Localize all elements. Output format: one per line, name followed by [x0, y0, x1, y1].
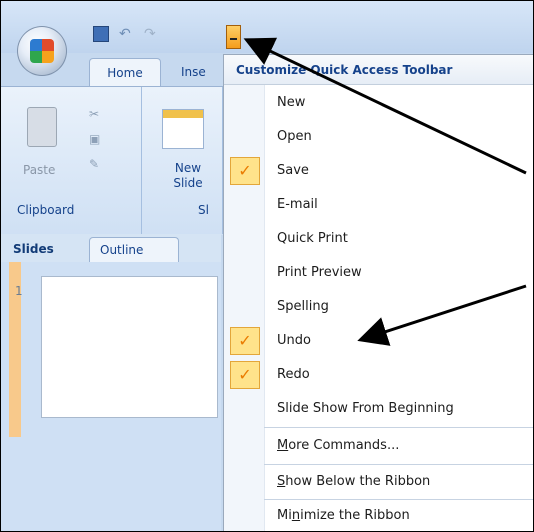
- mnemonic: n: [291, 508, 301, 523]
- clipboard-group-label: Clipboard: [17, 203, 75, 217]
- cut-icon[interactable]: ✂: [89, 107, 105, 121]
- menu-title: Customize Quick Access Toolbar: [224, 55, 533, 85]
- menu-item-save[interactable]: Save: [264, 154, 533, 188]
- slide-thumbnail[interactable]: [41, 276, 218, 418]
- undo-icon[interactable]: ↶: [119, 26, 135, 42]
- menu-item-label: Undo: [277, 333, 311, 348]
- checkmark-icon: ✓: [230, 327, 260, 355]
- checkmark-icon: ✓: [230, 157, 260, 185]
- slides-group-label: Sl: [198, 203, 209, 217]
- menu-item-new[interactable]: New: [264, 86, 533, 120]
- new-slide-label-line2: Slide: [173, 176, 203, 190]
- format-painter-icon[interactable]: ✎: [89, 157, 105, 171]
- paste-icon[interactable]: [27, 107, 57, 147]
- slides-group: New Slide Sl: [142, 87, 223, 234]
- menu-item-spelling[interactable]: Spelling: [264, 290, 533, 324]
- menu-separator: [264, 427, 533, 428]
- new-slide-button[interactable]: New Slide: [158, 161, 218, 191]
- tab-home[interactable]: Home: [89, 58, 161, 87]
- menu-item-more-commands[interactable]: More Commands...: [264, 429, 533, 463]
- redo-icon[interactable]: ↷: [144, 26, 160, 42]
- menu-item-label: how Below the Ribbon: [285, 474, 431, 489]
- menu-item-undo[interactable]: Undo: [264, 324, 533, 358]
- menu-item-quick-print[interactable]: Quick Print: [264, 222, 533, 256]
- menu-gutter: [224, 85, 265, 531]
- menu-item-label: New: [277, 95, 306, 110]
- menu-item-minimize-ribbon[interactable]: Minimize the Ribbon: [264, 499, 533, 531]
- new-slide-label-line1: New: [174, 161, 202, 175]
- side-pane-tabs: Slides Outline: [1, 234, 221, 263]
- menu-item-label: Mi: [277, 508, 292, 523]
- menu-item-label: Spelling: [277, 299, 329, 314]
- menu-item-open[interactable]: Open: [264, 120, 533, 154]
- powerpoint-window: ↶ ↷ Home Inse Paste ✂ ▣ ✎ Clipboard New …: [0, 0, 534, 532]
- menu-item-label: Open: [277, 129, 312, 144]
- menu-item-label: imize the Ribbon: [300, 508, 410, 523]
- save-icon[interactable]: [93, 26, 109, 42]
- menu-item-label: Redo: [277, 367, 310, 382]
- menu-item-label: Print Preview: [277, 265, 362, 280]
- menu-item-label: E-mail: [277, 197, 318, 212]
- mnemonic: M: [277, 438, 289, 453]
- new-slide-icon[interactable]: [162, 109, 204, 149]
- menu-item-label: Quick Print: [277, 231, 348, 246]
- customize-dropdown-icon[interactable]: [226, 25, 241, 49]
- menu-item-slide-show[interactable]: Slide Show From Beginning: [264, 392, 533, 426]
- customize-quick-access-toolbar-menu: Customize Quick Access Toolbar New Open …: [223, 54, 533, 531]
- copy-icon[interactable]: ▣: [89, 132, 105, 146]
- office-button[interactable]: [17, 26, 67, 76]
- menu-item-email[interactable]: E-mail: [264, 188, 533, 222]
- menu-item-label: Save: [277, 163, 309, 178]
- title-bar: [1, 1, 533, 53]
- menu-item-print-preview[interactable]: Print Preview: [264, 256, 533, 290]
- menu-item-label: Slide Show From Beginning: [277, 401, 454, 416]
- tab-outline[interactable]: Outline: [89, 237, 179, 262]
- paste-button-label[interactable]: Paste: [23, 163, 55, 177]
- checkmark-icon: ✓: [230, 361, 260, 389]
- menu-item-label: ore Commands...: [288, 438, 400, 453]
- tab-slides[interactable]: Slides: [13, 237, 54, 261]
- slide-number: 1: [15, 284, 23, 298]
- tab-insert[interactable]: Inse: [181, 58, 221, 86]
- slides-thumbnail-pane: 1: [1, 262, 221, 531]
- menu-item-redo[interactable]: Redo: [264, 358, 533, 392]
- office-button-icon: [30, 39, 54, 63]
- clipboard-group: Paste ✂ ▣ ✎ Clipboard: [1, 87, 142, 234]
- menu-item-show-below-ribbon[interactable]: Show Below the Ribbon: [264, 465, 533, 499]
